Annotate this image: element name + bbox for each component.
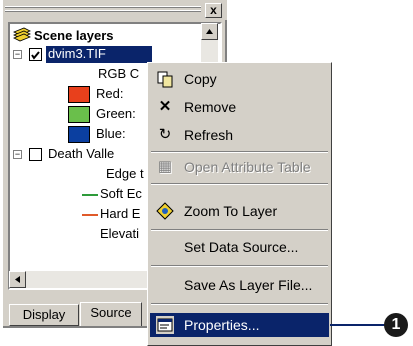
menu-separator [151,303,328,305]
zoom-to-layer-icon [156,202,174,220]
menu-separator [151,265,328,267]
line-label-hard: Hard E [100,206,141,221]
menu-item-open-attribute-table[interactable]: ▦ Open Attribute Table [150,155,329,179]
collapse-toggle[interactable]: − [13,50,22,59]
menu-separator [151,183,328,185]
line-label-soft: Soft Ec [100,186,142,201]
remove-icon: ✕ [158,98,172,115]
green-band-swatch [68,106,90,123]
scroll-left-button[interactable] [9,271,26,288]
tab-display[interactable]: Display [9,304,79,326]
band-label-green: Green: [96,106,136,121]
refresh-icon: ↻ [158,126,172,143]
menu-item-properties[interactable]: Properties... [150,313,329,337]
panel-title-bar[interactable] [5,0,227,20]
callout-number-badge: 1 [384,313,408,337]
scroll-up-button[interactable] [201,23,218,40]
menu-separator [151,229,328,231]
band-label-red: Red: [96,86,124,101]
hard-edge-line-symbol [82,214,98,216]
callout-leader-line [330,324,392,326]
collapse-toggle[interactable]: − [13,150,22,159]
red-band-swatch [68,86,90,103]
layer-name-death-valley[interactable]: Death Valle [48,146,114,161]
menu-item-refresh[interactable]: ↻ Refresh [150,123,329,147]
tab-source[interactable]: Source [80,302,142,326]
context-menu: Copy ✕ Remove ↻ Refresh ▦ Open Attribute… [147,62,332,346]
table-icon: ▦ [157,158,173,175]
close-button[interactable]: x [205,3,222,18]
properties-icon [156,316,174,334]
menu-item-set-data-source[interactable]: Set Data Source... [150,235,329,259]
layers-icon [12,27,32,43]
menu-item-remove[interactable]: ✕ Remove [150,95,329,119]
soft-edge-line-symbol [82,194,98,196]
layer-name-dvim3[interactable]: dvim3.TIF [46,46,152,63]
menu-item-save-as-layer-file[interactable]: Save As Layer File... [150,273,329,297]
menu-item-copy[interactable]: Copy [150,67,329,91]
menu-item-zoom-to-layer[interactable]: Zoom To Layer [150,199,329,223]
band-label-blue: Blue: [96,126,126,141]
grip-line [5,10,201,11]
menu-separator [151,151,328,153]
elevation-label: Elevati [100,226,140,241]
copy-icon [156,70,174,88]
blue-band-swatch [68,126,90,143]
scene-layers-label[interactable]: Scene layers [34,28,114,43]
layer-visibility-checkbox[interactable] [29,48,42,61]
grip-line [5,6,201,7]
layer-visibility-checkbox[interactable] [29,148,42,161]
rgb-composite-label: RGB C [98,66,140,81]
edge-label: Edge t [106,166,144,181]
